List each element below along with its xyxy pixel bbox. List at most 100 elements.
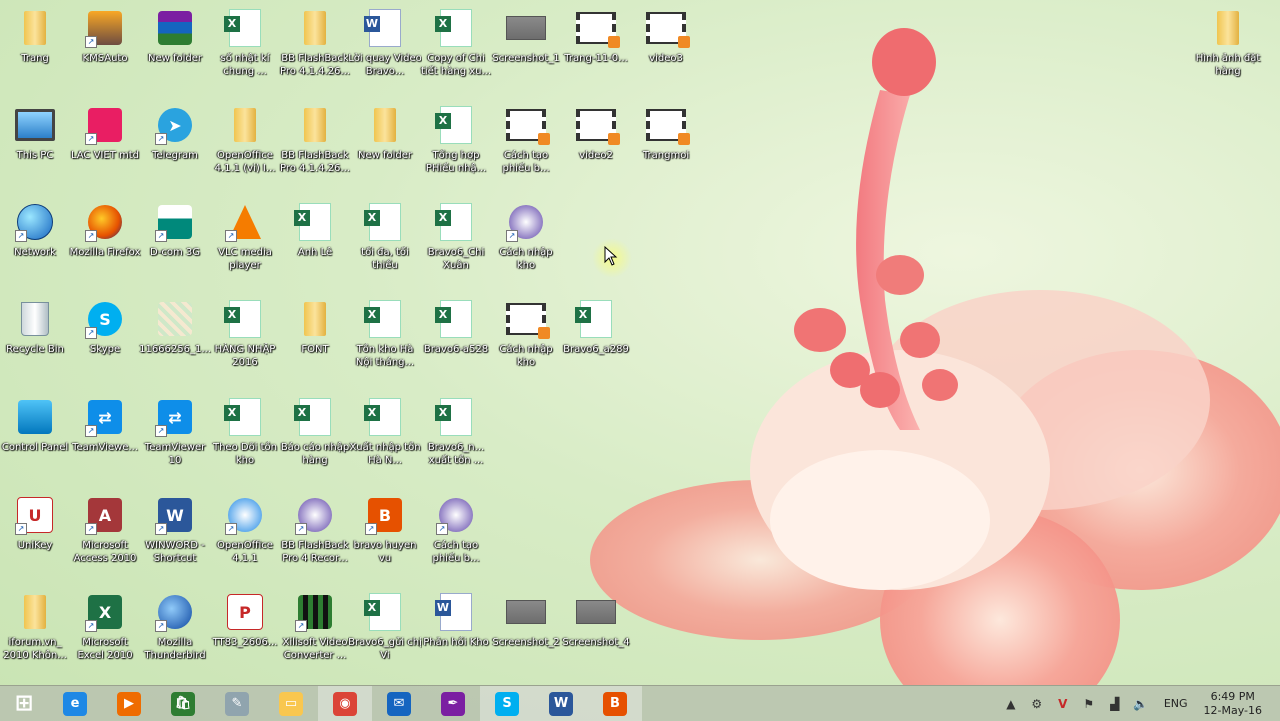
desktop-icon[interactable]: Bravo6_n... xuất tồn ... bbox=[421, 389, 491, 479]
folder-icon-graphic bbox=[374, 108, 396, 142]
desktop-icon[interactable]: Bravo6_Chi Xuân bbox=[421, 194, 491, 284]
vlc-icon: ↗ bbox=[225, 202, 265, 242]
desktop-icon[interactable]: Tồn kho Hà Nội tháng... bbox=[350, 291, 420, 381]
desktop-icon[interactable]: New folder bbox=[350, 97, 420, 187]
excel-file-icon-graphic bbox=[364, 398, 401, 436]
desktop-icon[interactable]: OpenOffice 4.1.1 (vi) I... bbox=[210, 97, 280, 187]
desktop-icon[interactable]: Bravo6_gửi chị Vi bbox=[348, 584, 422, 674]
desktop-icon[interactable]: Trang-11-0... bbox=[561, 0, 631, 90]
desktop-icon[interactable]: ↗ Cách tạo phiếu b... bbox=[421, 487, 491, 577]
desktop-icon[interactable]: Hình ảnh đặt hàng bbox=[1193, 0, 1263, 90]
taskbar-bravo[interactable]: B bbox=[588, 686, 642, 721]
word-icon: W ↗ bbox=[155, 495, 195, 535]
desktop-icon[interactable]: ↗ Network bbox=[0, 194, 70, 284]
desktop-icon-label: Cách nhập kho bbox=[499, 344, 553, 368]
desktop-icon[interactable]: ↗ KMSAuto bbox=[70, 0, 140, 90]
desktop-icon[interactable]: số nhật kí chung ... bbox=[210, 0, 280, 90]
taskbar-word[interactable]: W bbox=[534, 686, 588, 721]
desktop-icon[interactable]: video2 bbox=[561, 97, 631, 187]
desktop-icon[interactable]: New folder bbox=[140, 0, 210, 90]
taskbar-file-explorer[interactable]: ▭ bbox=[264, 686, 318, 721]
desktop-icon[interactable]: Tổng hợp PHiếu nhậ... bbox=[421, 97, 491, 187]
volume-icon[interactable]: 🔈 bbox=[1132, 695, 1150, 713]
desktop-icon[interactable]: X ↗ Microsoft Excel 2010 bbox=[70, 584, 140, 674]
image-file-icon-graphic bbox=[158, 302, 192, 336]
start-button[interactable]: ⊞ bbox=[0, 686, 48, 721]
desktop-icon[interactable]: Trang bbox=[0, 0, 70, 90]
desktop-icon[interactable]: B ↗ bravo huyen vu bbox=[350, 487, 420, 577]
desktop-icon[interactable]: ↗ Mozilla Thunderbird bbox=[140, 584, 210, 674]
unikey-tray-icon[interactable]: V bbox=[1054, 695, 1072, 713]
taskbar-chrome[interactable]: ◉ bbox=[318, 686, 372, 721]
desktop-icon[interactable]: HÀNG NHẬP 2016 bbox=[210, 291, 280, 381]
desktop-icon[interactable]: BB FlashBack Pro 4.1.4.26... bbox=[280, 0, 350, 90]
bravo-icon: B ↗ bbox=[365, 495, 405, 535]
desktop-icon[interactable]: ↗ D-com 3G bbox=[140, 194, 210, 284]
desktop-icon[interactable]: Control Panel bbox=[0, 389, 70, 479]
desktop-icon[interactable]: Theo Dõi tồn kho bbox=[210, 389, 280, 479]
desktop-icon[interactable]: ⇄ ↗ TeamViewe... bbox=[70, 389, 140, 479]
desktop-icon[interactable]: ↗ BB FlashBack Pro 4 Recor... bbox=[280, 487, 350, 577]
input-language[interactable]: ENG bbox=[1164, 697, 1188, 710]
desktop-icon[interactable]: Screenshot_2 bbox=[491, 584, 561, 674]
desktop-icon[interactable]: ↗ Xilisoft Video Converter ... bbox=[280, 584, 350, 674]
desktop-icon[interactable]: BB FlashBack Pro 4.1.4.26... bbox=[280, 97, 350, 187]
desktop-icon[interactable]: tối đa, tối thiểu bbox=[350, 194, 420, 284]
desktop-icon[interactable]: W ↗ WINWORD - Shortcut bbox=[140, 487, 210, 577]
desktop-icon[interactable]: ➤ ↗ Telegram bbox=[140, 97, 210, 187]
taskbar-feather[interactable]: ✒ bbox=[426, 686, 480, 721]
desktop-icon[interactable]: ↗ Mozilla Firefox bbox=[70, 194, 140, 284]
desktop-icon[interactable]: ↗ LAC VIET mtd bbox=[70, 97, 140, 187]
taskbar-skype[interactable]: S bbox=[480, 686, 534, 721]
desktop-icon[interactable]: Trangmoi bbox=[631, 97, 701, 187]
desktop-icon[interactable]: Bravo6_a289 bbox=[561, 291, 631, 381]
desktop-icon[interactable]: A ↗ Microsoft Access 2010 bbox=[70, 487, 140, 577]
taskbar-thunderbird[interactable]: ✉ bbox=[372, 686, 426, 721]
taskbar-store[interactable]: 🛍 bbox=[156, 686, 210, 721]
shortcut-arrow-icon: ↗ bbox=[85, 620, 97, 632]
desktop-icon-label: Theo Dõi tồn kho bbox=[212, 442, 278, 466]
desktop-icon[interactable]: Screenshot_4 bbox=[561, 584, 631, 674]
desktop-icon-label: Xuất nhập tồn Hà N... bbox=[349, 442, 421, 466]
desktop-icon[interactable]: Recycle Bin bbox=[0, 291, 70, 381]
desktop-icon-label: This PC bbox=[16, 150, 54, 161]
desktop-icon[interactable]: iforum.vn_ 2010 Khôn... bbox=[0, 584, 70, 674]
taskbar-internet-explorer[interactable]: e bbox=[48, 686, 102, 721]
desktop-icon[interactable]: S ↗ Skype bbox=[70, 291, 140, 381]
show-hidden-icons-icon[interactable]: ▲ bbox=[1002, 695, 1020, 713]
desktop-icon[interactable]: video3 bbox=[631, 0, 701, 90]
video-file-icon-graphic bbox=[506, 109, 550, 145]
excel-file-icon-graphic bbox=[435, 300, 472, 338]
clock[interactable]: 6:49 PM 12-May-16 bbox=[1204, 690, 1262, 718]
desktop-icon-label: BB FlashBack Pro 4.1.4.26... bbox=[280, 150, 350, 174]
desktop-icon[interactable]: Báo cáo nhập hàng bbox=[280, 389, 350, 479]
action-center-icon[interactable]: ⚑ bbox=[1080, 695, 1098, 713]
desktop-icon[interactable]: ↗ Cách nhập kho bbox=[491, 194, 561, 284]
desktop-icon-label: Trang bbox=[21, 53, 49, 64]
desktop-icon[interactable]: Cách nhập kho bbox=[491, 291, 561, 381]
teamviewer-icon: ⇄ ↗ bbox=[85, 397, 125, 437]
desktop-icon[interactable]: P TT83_2606... bbox=[210, 584, 280, 674]
shortcut-arrow-icon: ↗ bbox=[225, 523, 237, 535]
desktop-icon[interactable]: Copy of Chi tiết hàng xu... bbox=[421, 0, 491, 90]
network-tray-icon[interactable]: ⚙ bbox=[1028, 695, 1046, 713]
excel-file-icon bbox=[224, 299, 265, 339]
desktop-icon[interactable]: 11666256_1... bbox=[139, 291, 211, 381]
taskbar-media[interactable]: ▶ bbox=[102, 686, 156, 721]
desktop-icon[interactable]: FONT bbox=[280, 291, 350, 381]
desktop-icon[interactable]: Bravo6-a528 bbox=[421, 291, 491, 381]
desktop-icon[interactable]: ⇄ ↗ TeamViewer 10 bbox=[140, 389, 210, 479]
wifi-icon[interactable]: ▟ bbox=[1106, 695, 1124, 713]
desktop-icon[interactable]: Xuất nhập tồn Hà N... bbox=[349, 389, 421, 479]
desktop-icon[interactable]: ↗ VLC media player bbox=[210, 194, 280, 284]
desktop-icon[interactable]: ↗ OpenOffice 4.1.1 bbox=[210, 487, 280, 577]
desktop-icon[interactable]: Cách tạo phiếu b... bbox=[491, 97, 561, 187]
desktop-icon[interactable]: Lời quay Video Bravo... bbox=[348, 0, 422, 90]
desktop-icon[interactable]: This PC bbox=[0, 97, 70, 187]
desktop-icon[interactable]: Phản hồi Kho bbox=[421, 584, 491, 674]
desktop-icon[interactable]: Anh Lê bbox=[280, 194, 350, 284]
taskbar-paint[interactable]: ✎ bbox=[210, 686, 264, 721]
desktop-icon[interactable]: U ↗ UniKey bbox=[0, 487, 70, 577]
desktop-icon[interactable]: Screenshot_1 bbox=[491, 0, 561, 90]
lacviet-icon: ↗ bbox=[85, 105, 125, 145]
